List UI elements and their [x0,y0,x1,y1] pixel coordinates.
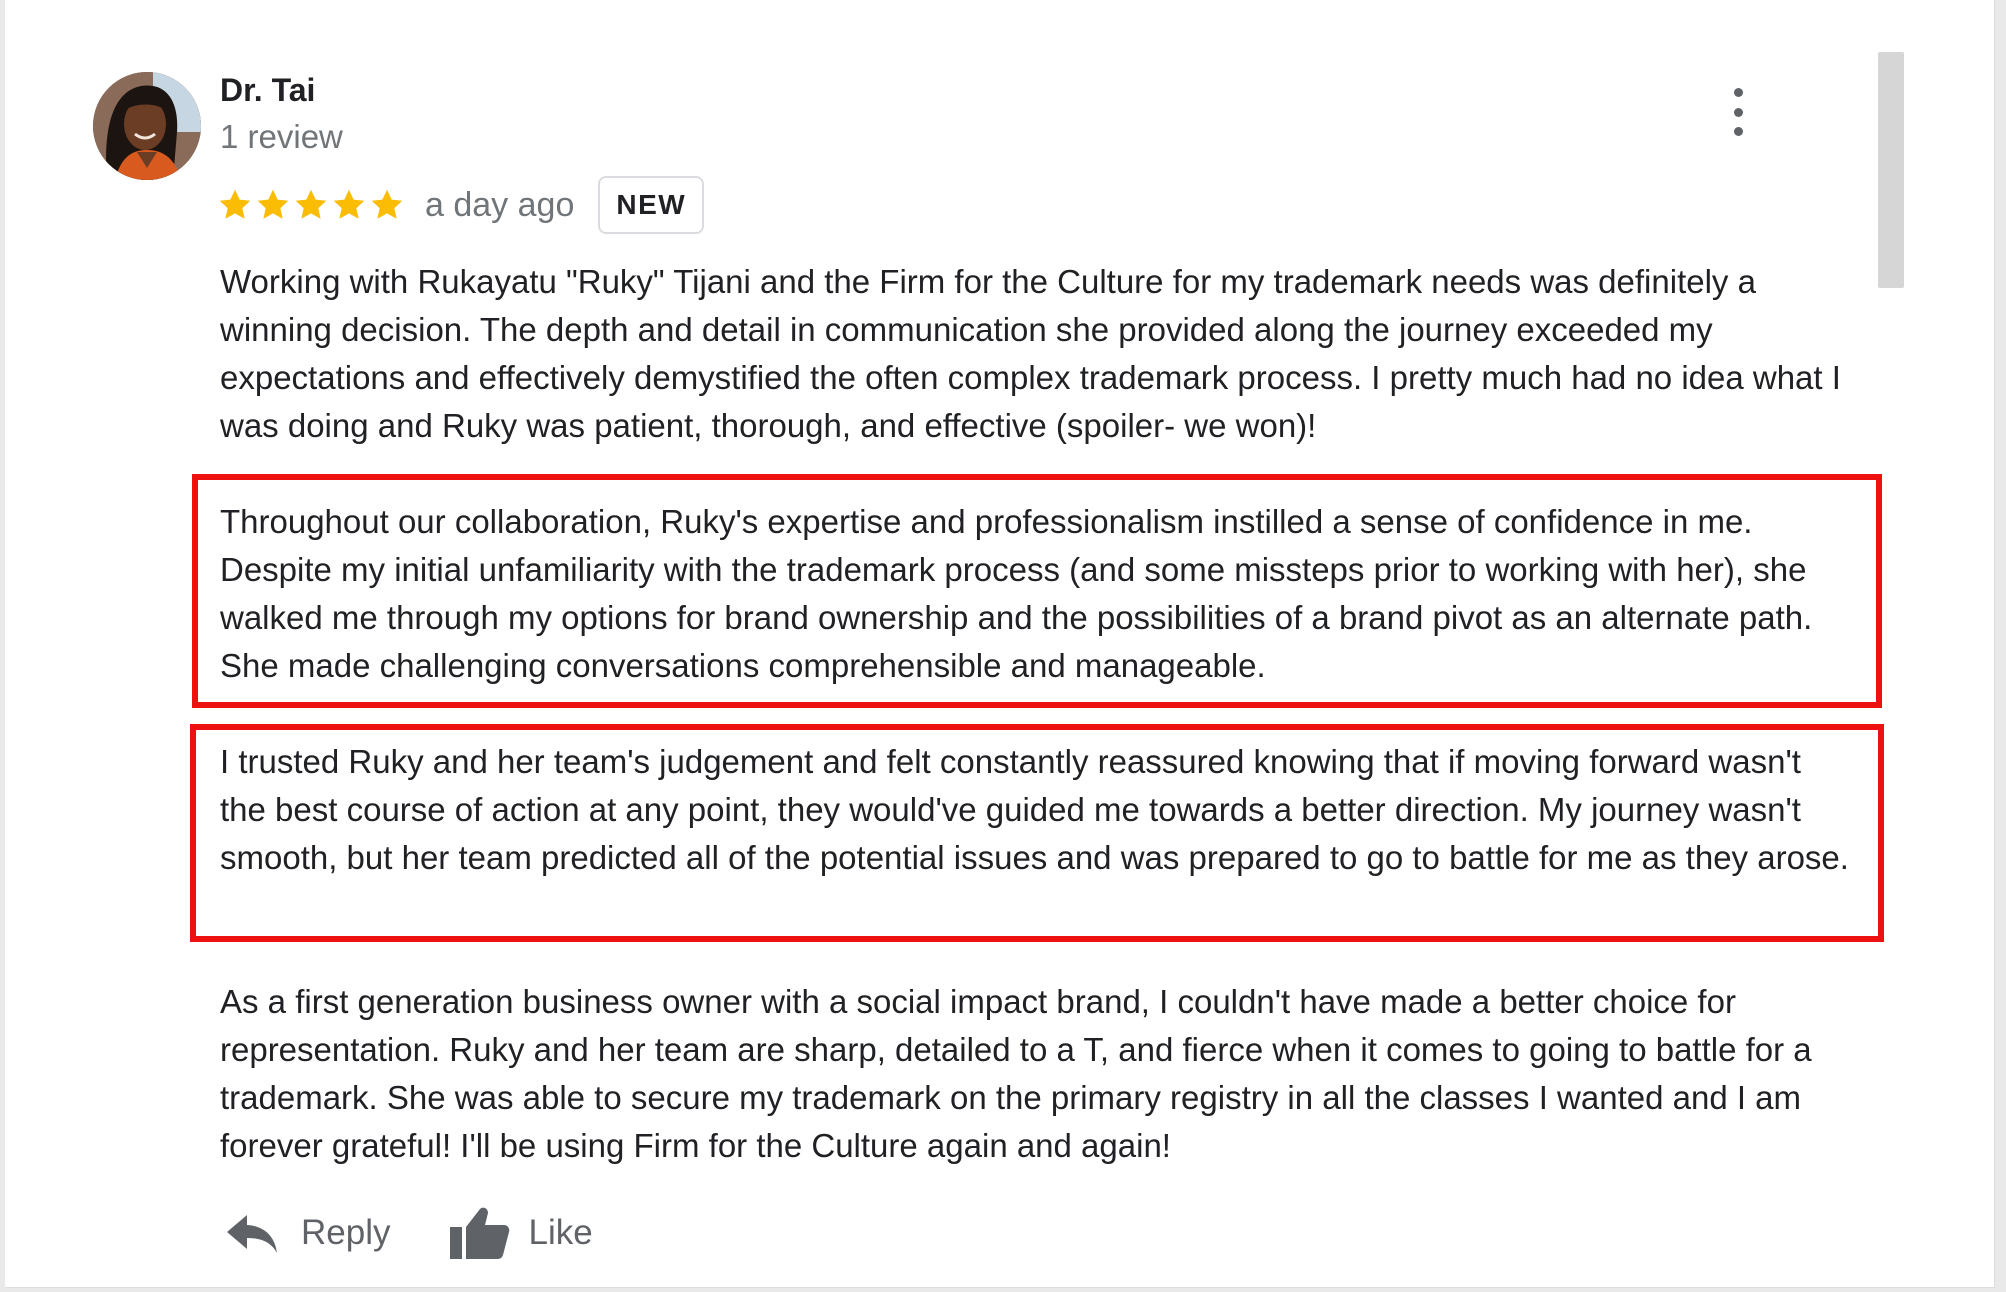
highlight-box [192,474,1882,708]
review-count: 1 review [220,118,343,155]
reply-label: Reply [301,1213,391,1252]
review-paragraph: As a first generation business owner wit… [220,983,1812,1164]
more-vertical-icon-dot [1733,127,1743,136]
like-button[interactable]: Like [448,1205,593,1261]
review-actions: Reply Like [225,1198,593,1268]
review-time: a day ago [425,185,575,224]
star-icon [257,189,289,219]
star-rating [217,187,405,223]
user-avatar-photo [93,72,201,180]
more-options-button[interactable] [1720,84,1756,140]
reply-arrow-icon [227,1215,277,1253]
star-icon [295,189,327,219]
more-vertical-icon [1733,88,1743,97]
new-badge: NEW [598,176,705,234]
avatar[interactable] [93,72,201,180]
rating-row: a day ago NEW [217,176,705,234]
star-icon [333,189,365,219]
reply-button[interactable]: Reply [225,1211,390,1255]
review-paragraph: Working with Rukayatu "Ruky" Tijani and … [220,263,1841,444]
author-name[interactable]: Dr. Tai [220,72,315,109]
highlight-box [190,724,1884,942]
like-label: Like [528,1213,593,1252]
review-card: Dr. Tai 1 review a day ago NEW Working w… [5,0,1995,1288]
star-icon [219,189,251,219]
scrollbar-thumb[interactable] [1878,52,1904,288]
star-icon [371,189,403,219]
more-vertical-icon-dot [1733,107,1743,117]
thumbs-up-icon [450,1207,510,1259]
